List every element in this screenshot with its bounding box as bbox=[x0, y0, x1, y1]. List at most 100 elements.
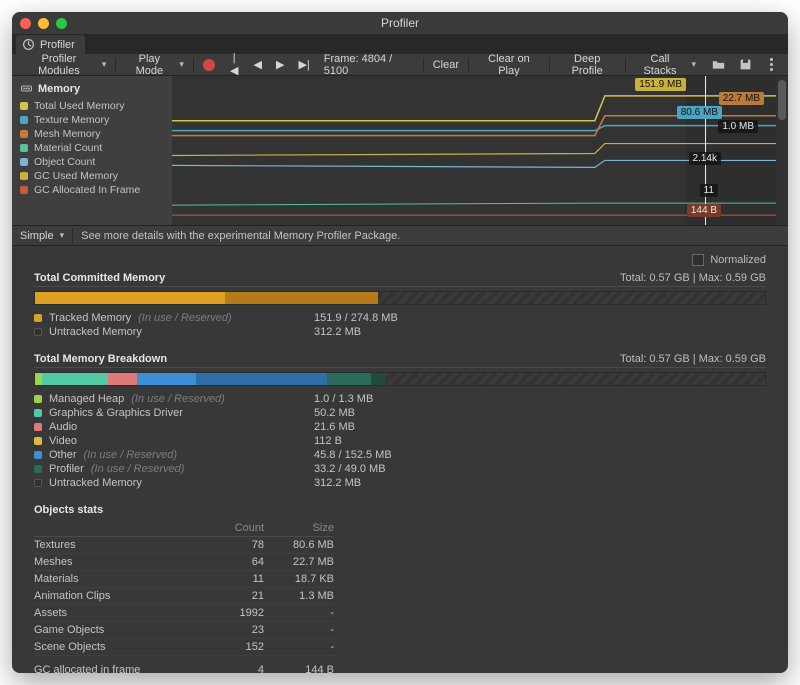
frame-label: Frame: 4804 / 5100 bbox=[318, 53, 420, 77]
legend-swatch bbox=[20, 186, 28, 194]
tag-total: 151.9 MB bbox=[635, 78, 686, 91]
objects-title: Objects stats bbox=[34, 504, 766, 516]
legend-item[interactable]: GC Allocated In Frame bbox=[20, 183, 164, 197]
stat-swatch-empty bbox=[34, 479, 42, 487]
committed-title: Total Committed Memory bbox=[34, 272, 165, 284]
stat-row: Graphics & Graphics Driver 50.2 MB bbox=[34, 406, 766, 420]
profiler-icon bbox=[22, 38, 35, 51]
stat-value: 21.6 MB bbox=[314, 421, 355, 433]
tag-gcalloc: 144 B bbox=[687, 204, 721, 217]
save-icon bbox=[739, 58, 752, 71]
tab-label: Profiler bbox=[40, 39, 75, 51]
gc-row: GC allocated in frame 4 144 B bbox=[34, 662, 334, 673]
stat-label: Managed Heap bbox=[49, 393, 124, 405]
last-frame-button[interactable]: ▶| bbox=[292, 56, 315, 73]
stat-swatch bbox=[34, 465, 42, 473]
stat-swatch bbox=[34, 423, 42, 431]
stat-row: Managed Heap (In use / Reserved) 1.0 / 1.… bbox=[34, 392, 766, 406]
objects-section: Objects stats Count Size Textures7880.6 … bbox=[34, 504, 766, 673]
table-row: Meshes6422.7 MB bbox=[34, 554, 334, 571]
committed-section: Total Committed Memory Total: 0.57 GB | … bbox=[34, 272, 766, 339]
stat-label: Other bbox=[49, 449, 77, 461]
legend-item[interactable]: Object Count bbox=[20, 155, 164, 169]
legend-panel: Memory Total Used Memory Texture Memory Me… bbox=[12, 76, 172, 225]
stat-swatch bbox=[34, 451, 42, 459]
legend-item[interactable]: Texture Memory bbox=[20, 113, 164, 127]
legend-item[interactable]: Total Used Memory bbox=[20, 99, 164, 113]
play-mode-dropdown[interactable]: Play Mode bbox=[119, 51, 190, 79]
stat-swatch bbox=[34, 395, 42, 403]
stat-row: Video 112 B bbox=[34, 434, 766, 448]
stat-row: Untracked Memory312.2 MB bbox=[34, 325, 766, 339]
table-row: Materials1118.7 KB bbox=[34, 571, 334, 588]
load-button[interactable] bbox=[706, 56, 731, 73]
profiler-window: Profiler Profiler Profiler Modules Play … bbox=[12, 12, 788, 673]
stat-label: Graphics & Graphics Driver bbox=[49, 407, 183, 419]
legend-swatch bbox=[20, 102, 28, 110]
table-row: Assets1992- bbox=[34, 605, 334, 622]
menu-button[interactable] bbox=[760, 56, 784, 73]
legend-label: Total Used Memory bbox=[34, 100, 124, 112]
stat-value: 33.2 / 49.0 MB bbox=[314, 463, 386, 475]
first-frame-button[interactable]: |◀ bbox=[223, 50, 246, 79]
next-frame-button[interactable]: ▶ bbox=[270, 56, 290, 73]
legend-item[interactable]: Material Count bbox=[20, 141, 164, 155]
chart-scrollbar[interactable] bbox=[776, 76, 788, 225]
deep-profile-button[interactable]: Deep Profile bbox=[553, 51, 622, 79]
breakdown-title: Total Memory Breakdown bbox=[34, 353, 167, 365]
kebab-icon bbox=[766, 58, 778, 71]
clear-on-play-button[interactable]: Clear on Play bbox=[472, 51, 546, 79]
normalized-checkbox[interactable] bbox=[692, 254, 704, 266]
table-row: Animation Clips211.3 MB bbox=[34, 588, 334, 605]
stat-label: Tracked Memory bbox=[49, 312, 131, 324]
legend-label: Material Count bbox=[34, 142, 102, 154]
toolbar: Profiler Modules Play Mode |◀ ◀ ▶ ▶| Fra… bbox=[12, 54, 788, 76]
breakdown-section: Total Memory Breakdown Total: 0.57 GB | … bbox=[34, 353, 766, 490]
table-row: Scene Objects152- bbox=[34, 639, 334, 656]
legend-item[interactable]: Mesh Memory bbox=[20, 127, 164, 141]
stat-swatch-empty bbox=[34, 328, 42, 336]
stat-label: Untracked Memory bbox=[49, 477, 142, 489]
timeline-chart[interactable]: 151.9 MB 22.7 MB 80.6 MB 1.0 MB 2.14k 11… bbox=[172, 76, 776, 225]
call-stacks-dropdown[interactable]: Call Stacks bbox=[629, 51, 702, 79]
clear-button[interactable]: Clear bbox=[427, 57, 465, 73]
legend-swatch bbox=[20, 172, 28, 180]
stat-row: Tracked Memory (In use / Reserved) 151.9 … bbox=[34, 311, 766, 325]
legend-label: Mesh Memory bbox=[34, 128, 101, 140]
chart-row: Memory Total Used Memory Texture Memory Me… bbox=[12, 76, 788, 226]
objects-table: Count Size Textures7880.6 MBMeshes6422.7… bbox=[34, 520, 334, 673]
legend-title: Memory bbox=[20, 82, 164, 95]
committed-bar bbox=[34, 291, 766, 305]
memory-icon bbox=[20, 82, 33, 95]
stat-row: Audio21.6 MB bbox=[34, 420, 766, 434]
stat-value: 151.9 / 274.8 MB bbox=[314, 312, 398, 324]
stat-dim: (In use / Reserved) bbox=[138, 312, 232, 324]
stat-value: 1.0 / 1.3 MB bbox=[314, 393, 373, 405]
tag-gcused: 1.0 MB bbox=[718, 120, 758, 133]
chart-svg bbox=[172, 76, 776, 225]
tag-texture: 80.6 MB bbox=[677, 106, 722, 119]
folder-icon bbox=[712, 58, 725, 71]
stat-label: Video bbox=[49, 435, 77, 447]
stat-dim: (In use / Reserved) bbox=[84, 449, 178, 461]
prev-frame-button[interactable]: ◀ bbox=[248, 56, 268, 73]
legend-label: Texture Memory bbox=[34, 114, 109, 126]
view-mode-dropdown[interactable]: Simple bbox=[12, 228, 73, 244]
stat-value: 312.2 MB bbox=[314, 326, 361, 338]
tag-mesh: 22.7 MB bbox=[719, 92, 764, 105]
record-button[interactable] bbox=[197, 57, 221, 73]
stat-row: Untracked Memory312.2 MB bbox=[34, 476, 766, 490]
stat-value: 112 B bbox=[314, 435, 342, 447]
legend-label: GC Allocated In Frame bbox=[34, 184, 140, 196]
legend-item[interactable]: GC Used Memory bbox=[20, 169, 164, 183]
legend-label: Object Count bbox=[34, 156, 95, 168]
breakdown-bar bbox=[34, 372, 766, 386]
profiler-modules-dropdown[interactable]: Profiler Modules bbox=[16, 51, 112, 79]
detail-hint: See more details with the experimental M… bbox=[73, 230, 400, 242]
window-title: Profiler bbox=[12, 16, 788, 30]
titlebar: Profiler bbox=[12, 12, 788, 34]
stat-dim: (In use / Reserved) bbox=[131, 393, 225, 405]
stat-value: 50.2 MB bbox=[314, 407, 355, 419]
record-icon bbox=[203, 59, 215, 71]
save-button[interactable] bbox=[733, 56, 758, 73]
